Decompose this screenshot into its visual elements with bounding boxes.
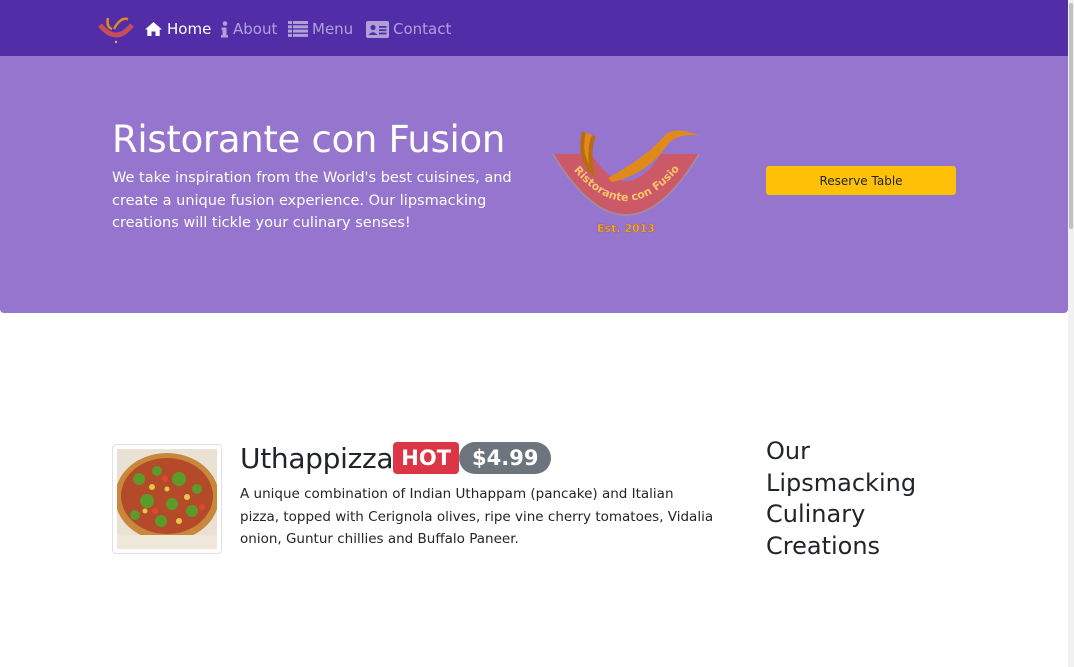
nav-home-label: Home <box>167 20 212 38</box>
address-card-icon <box>366 20 389 38</box>
navbar: Home About Menu Contact <box>0 0 1068 56</box>
hero-text: We take inspiration from the World's bes… <box>112 170 512 231</box>
nav-about[interactable]: About <box>220 18 277 40</box>
restaurant-logo: Ristorante con Fusion Est. 2013 <box>544 116 704 238</box>
dish-image <box>112 444 222 554</box>
nav-contact-label: Contact <box>393 20 452 38</box>
scrollbar-thumb[interactable] <box>1069 3 1073 229</box>
dish-name: Uthappizza <box>240 441 394 475</box>
nav-about-label: About <box>233 20 278 38</box>
nav-home[interactable]: Home <box>144 18 211 40</box>
home-icon <box>144 21 163 37</box>
nav-menu-label: Menu <box>312 20 354 38</box>
nav-menu[interactable]: Menu <box>288 18 353 40</box>
hero-title: Ristorante con Fusion <box>112 118 506 161</box>
logo-est-text: Est. 2013 <box>597 222 655 235</box>
nav-contact[interactable]: Contact <box>366 18 451 40</box>
brand-logo[interactable] <box>97 13 135 45</box>
pizza-image <box>115 449 219 549</box>
dish-title-row: Uthappizza HOT $4.99 <box>240 440 552 476</box>
hot-badge: HOT <box>393 442 460 474</box>
jumbotron: Ristorante con Fusion We take inspiratio… <box>0 56 1068 313</box>
reserve-table-button[interactable]: Reserve Table <box>766 166 956 195</box>
price-badge: $4.99 <box>459 442 552 474</box>
page-scrollbar[interactable] <box>1068 0 1074 667</box>
side-heading: Our Lipsmacking Culinary Creations <box>766 437 917 560</box>
info-icon <box>220 20 229 38</box>
dish-description: A unique combination of Indian Uthappam … <box>240 486 714 547</box>
list-icon <box>288 21 308 37</box>
